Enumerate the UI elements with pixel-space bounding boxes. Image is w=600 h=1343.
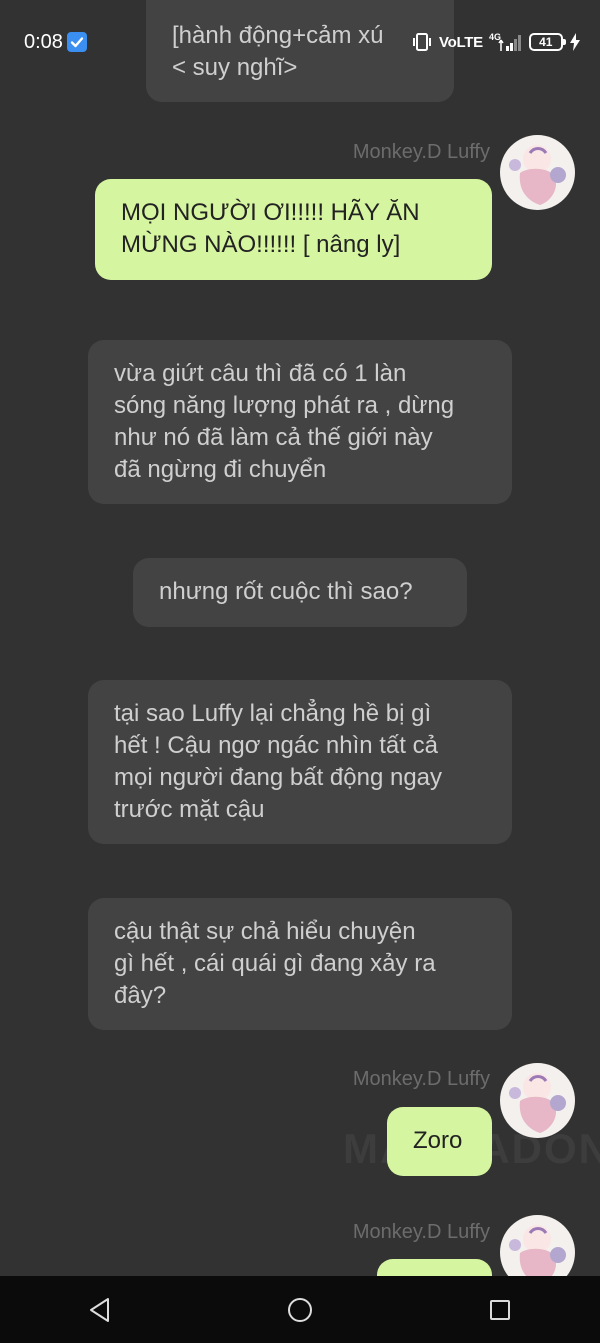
avatar[interactable] [500,1063,575,1138]
message-text: gì hết , cái quái gì đang xảy ra [114,950,436,977]
message-bubble-narration: [hành động+cảm xú < suy nghĩ> [146,0,454,102]
home-icon [288,1297,312,1322]
recent-apps-button[interactable] [480,1290,520,1330]
avatar[interactable] [500,135,575,210]
signal-icon: 4G [489,32,521,51]
message-text: < suy nghĩ> [172,54,298,81]
navigation-bar [0,1276,600,1343]
recent-apps-icon [490,1299,510,1320]
message-text: trước mặt cậu [114,796,265,823]
message-text: MỪNG NÀO!!!!!! [ nâng ly] [121,231,401,258]
message-text: đã ngừng đi chuyển [114,456,327,483]
battery-level: 41 [539,35,553,49]
message-text: Zoro [413,1127,463,1154]
battery-icon: 41 [528,33,566,51]
message-text: [hành động+cảm xú [172,22,384,49]
message-text: đây? [114,982,167,1009]
message-bubble-narration: tại sao Luffy lại chẳng hề bị gì hết ! C… [88,680,512,844]
message-text: mọi người đang bất động ngay [114,764,443,791]
message-text: vừa giứt câu thì đã có 1 làn [114,360,407,387]
message-bubble-user: Zoro [387,1107,492,1176]
message-bubble-narration: cậu thật sự chả hiểu chuyện gì hết , cái… [88,898,512,1030]
sender-name: Monkey.D Luffy [352,141,490,163]
message-text: sóng năng lượng phát ra , dừng [114,392,455,419]
message-bubble-narration: vừa giứt câu thì đã có 1 làn sóng năng l… [88,340,512,504]
message-text: nhưng rốt cuộc thì sao? [159,578,413,605]
task-check-icon [67,32,87,52]
sender-name: Monkey.D Luffy [352,1221,490,1243]
message-bubble-user: MỌI NGƯỜI ƠI!!!!! HÃY ĂN MỪNG NÀO!!!!!! … [95,179,492,280]
network-type-label: 4G [489,32,501,42]
home-button[interactable] [280,1290,320,1330]
message-text: như nó đã làm cả thế giới này [114,424,433,451]
status-time: 0:08 [24,31,63,53]
message-bubble-narration: nhưng rốt cuộc thì sao? [133,558,467,627]
message-text: MỌI NGƯỜI ƠI!!!!! HÃY ĂN [121,199,420,226]
back-icon [90,1297,109,1322]
message-text: cậu thật sự chả hiểu chuyện [114,918,416,945]
charging-icon [569,33,580,51]
back-button[interactable] [80,1290,120,1330]
message-text: tại sao Luffy lại chẳng hề bị gì [114,700,432,727]
sender-name: Monkey.D Luffy [352,1068,490,1090]
message-text: hết ! Cậu ngơ ngác nhìn tất cả [114,732,438,759]
